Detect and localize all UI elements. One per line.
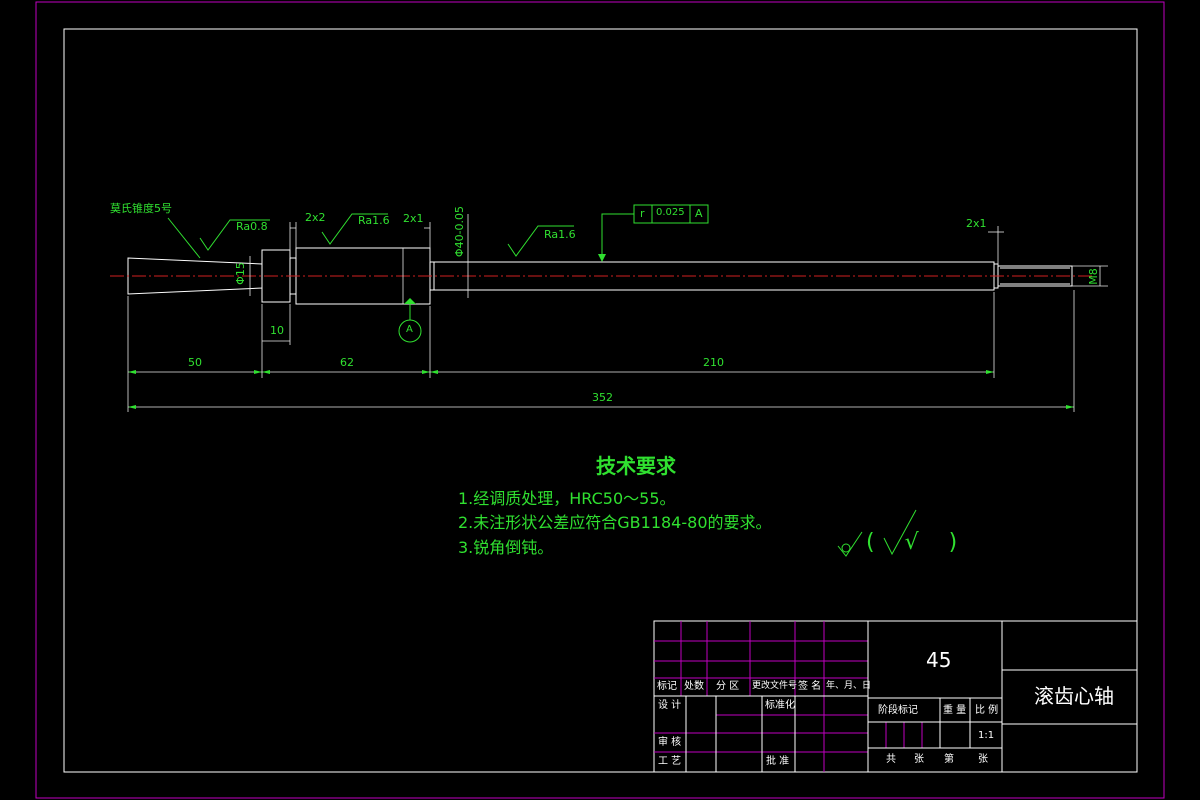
sheet-label: 张: [914, 754, 924, 765]
rev-header-sign: 签 名: [798, 681, 822, 692]
tolerance-symbol: r: [640, 207, 645, 220]
dim-seg1: 50: [188, 356, 202, 369]
diameter-label-2: Φ40-0.05: [453, 205, 467, 258]
chamfer-label-3: 2x1: [966, 217, 987, 230]
chamfer-label-2: 2x1: [403, 212, 424, 225]
tech-item-3: 3.锐角倒钝。: [458, 538, 554, 557]
rev-header-doc: 更改文件号: [752, 681, 798, 691]
dim-total: 352: [592, 391, 613, 404]
sheet-no-label: 第: [944, 754, 954, 765]
scale-label: 比 例: [975, 705, 999, 716]
approve-label: 批 准: [766, 756, 790, 767]
tolerance-frame: [598, 204, 709, 262]
weight-label: 重 量: [943, 705, 967, 716]
material-value: 45: [926, 648, 952, 672]
stage-mark-label: 阶段标记: [878, 705, 918, 716]
datum-a-symbol: [398, 298, 422, 343]
tech-item-1: 1.经调质处理，HRC50～55。: [458, 489, 676, 508]
chamfer-label-1: 2x2: [305, 211, 326, 224]
roughness-label-3: Ra1.6: [544, 228, 576, 241]
diameter-label-1: Φ15: [233, 262, 247, 285]
rev-header-mark: 标记: [657, 681, 677, 692]
dim-seg2: 62: [340, 356, 354, 369]
rev-header-zone: 分 区: [716, 681, 740, 692]
standardize-label: 标准化: [765, 700, 795, 711]
roughness-label-2: Ra1.6: [358, 214, 390, 227]
dimension-lines: [127, 214, 1108, 412]
scale-value: 1:1: [978, 730, 995, 741]
roughness-label-1: Ra0.8: [236, 220, 268, 233]
datum-label: A: [406, 324, 413, 335]
rev-header-date: 年、月、日: [826, 681, 872, 691]
thread-label: M8: [1086, 268, 1100, 285]
part-name: 滚齿心轴: [1034, 684, 1114, 708]
general-roughness-note: (√): [866, 530, 988, 555]
tolerance-value: 0.025: [656, 207, 685, 218]
process-label: 工 艺: [658, 756, 682, 767]
review-label: 审 核: [658, 737, 682, 748]
design-label: 设 计: [658, 700, 682, 711]
taper-note: 莫氏锥度5号: [110, 202, 172, 215]
total-sheets-label: 共: [886, 754, 896, 765]
sheet-label-2: 张: [978, 754, 988, 765]
groove-width: 10: [270, 324, 284, 337]
tech-item-2: 2.未注形状公差应符合GB1184-80的要求。: [458, 513, 772, 532]
tolerance-datum: A: [695, 207, 703, 220]
dim-seg3: 210: [703, 356, 724, 369]
tech-title: 技术要求: [596, 454, 676, 478]
rev-header-count: 处数: [684, 681, 704, 692]
